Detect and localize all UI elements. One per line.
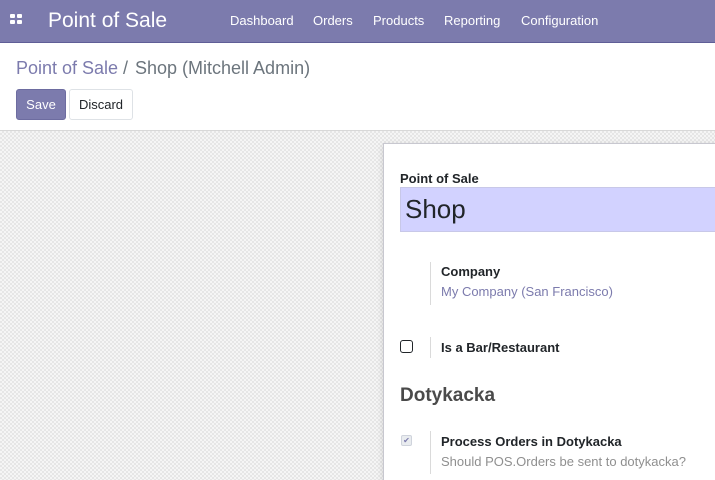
name-field-label: Point of Sale — [400, 171, 479, 186]
control-panel: Point of Sale / Shop (Mitchell Admin) Sa… — [0, 43, 715, 131]
save-button[interactable]: Save — [16, 89, 66, 120]
breadcrumb-current: Shop (Mitchell Admin) — [135, 58, 311, 78]
dotykacka-checkbox: ✔ — [401, 435, 412, 446]
menu-products[interactable]: Products — [373, 13, 424, 29]
discard-button[interactable]: Discard — [69, 89, 133, 120]
menu-dashboard[interactable]: Dashboard — [230, 13, 294, 29]
field-divider — [430, 431, 431, 474]
menu-reporting[interactable]: Reporting — [444, 13, 500, 29]
section-title-dotykacka: Dotykacka — [400, 385, 496, 406]
top-navbar: Point of Sale Dashboard Orders Products … — [0, 0, 715, 43]
breadcrumb-parent-link[interactable]: Point of Sale — [16, 57, 118, 79]
menu-orders[interactable]: Orders — [313, 13, 353, 29]
bar-restaurant-label: Is a Bar/Restaurant — [441, 340, 560, 355]
company-label: Company — [441, 264, 501, 279]
company-link[interactable]: My Company (San Francisco) — [441, 284, 613, 299]
field-divider — [430, 262, 431, 305]
dotykacka-label: Process Orders in Dotykacka — [441, 434, 622, 449]
form-sheet: Point of Sale Company My Company (San Fr… — [383, 143, 715, 480]
apps-grid-icon[interactable] — [10, 14, 22, 25]
app-title[interactable]: Point of Sale — [48, 8, 167, 34]
field-divider — [430, 337, 431, 358]
breadcrumb-separator: / — [123, 58, 129, 78]
bar-restaurant-checkbox[interactable] — [400, 340, 413, 353]
menu-configuration[interactable]: Configuration — [521, 13, 598, 29]
pos-name-input[interactable] — [400, 187, 715, 232]
dotykacka-help-text: Should POS.Orders be sent to dotykacka? — [441, 454, 686, 469]
